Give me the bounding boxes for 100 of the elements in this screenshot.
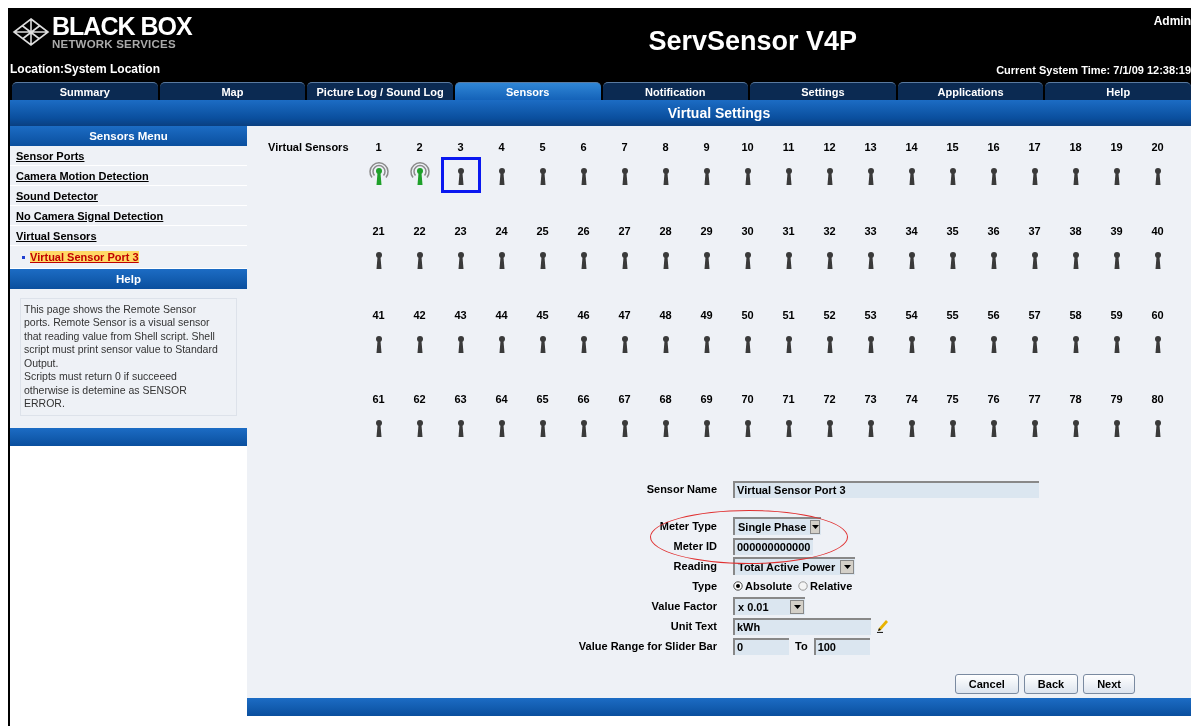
sensor-number: 60 bbox=[1150, 309, 1165, 321]
sensor-number: 77 bbox=[1027, 393, 1042, 405]
text-field[interactable]: 0 bbox=[733, 637, 789, 655]
antenna-icon[interactable] bbox=[366, 162, 391, 188]
nav-tab[interactable]: Help bbox=[1045, 82, 1191, 100]
antenna-icon[interactable] bbox=[407, 162, 432, 188]
sensor-number: 73 bbox=[863, 393, 878, 405]
sensor-number: 11 bbox=[781, 141, 796, 153]
menu-link[interactable]: Sound Detector bbox=[16, 189, 98, 202]
sensor-number: 10 bbox=[740, 141, 755, 153]
sensor-number: 33 bbox=[863, 225, 878, 237]
menu-link[interactable]: Camera Motion Detection bbox=[16, 169, 149, 182]
field-label: Meter ID bbox=[672, 540, 717, 552]
field-label: Unit Text bbox=[669, 620, 717, 632]
sensor-number: 56 bbox=[986, 309, 1001, 321]
system-time: Current System Time: 7/1/09 12:38:19 bbox=[996, 64, 1191, 76]
sensor-number: 7 bbox=[620, 141, 629, 153]
sensor-number: 46 bbox=[576, 309, 591, 321]
form-button[interactable]: Back bbox=[1023, 674, 1079, 694]
dropdown[interactable]: x 0.01 bbox=[733, 597, 805, 615]
page-title: Virtual Settings bbox=[666, 105, 772, 121]
text-field[interactable]: 000000000000 bbox=[733, 537, 813, 555]
sensor-number: 75 bbox=[945, 393, 960, 405]
menu-link[interactable]: Virtual Sensors bbox=[16, 229, 97, 242]
sensor-number: 37 bbox=[1027, 225, 1042, 237]
field-label: Reading bbox=[672, 560, 717, 572]
field-label: Value Factor bbox=[650, 600, 717, 612]
grid-label: Virtual Sensors bbox=[268, 141, 350, 153]
sensor-number: 19 bbox=[1109, 141, 1124, 153]
sensor-icon[interactable] bbox=[440, 157, 481, 193]
text-field[interactable]: 100 bbox=[813, 637, 870, 655]
dropdown[interactable]: Single Phase bbox=[733, 517, 821, 535]
field-label: Value Range for Slider Bar bbox=[577, 640, 717, 652]
text-field[interactable]: Virtual Sensor Port 3 bbox=[733, 480, 1039, 498]
sensor-number: 67 bbox=[617, 393, 632, 405]
sensor-number: 40 bbox=[1150, 225, 1165, 237]
sensor-number: 49 bbox=[699, 309, 714, 321]
menu-link[interactable]: No Camera Signal Detection bbox=[16, 209, 164, 222]
sensor-number: 36 bbox=[986, 225, 1001, 237]
sensor-number: 61 bbox=[371, 393, 386, 405]
sensor-number: 50 bbox=[740, 309, 755, 321]
nav-tab[interactable]: Settings bbox=[750, 82, 896, 100]
sensor-number: 4 bbox=[497, 141, 506, 153]
nav-tab[interactable]: Notification bbox=[602, 82, 749, 100]
sensor-number: 79 bbox=[1109, 393, 1124, 405]
sensor-number: 9 bbox=[702, 141, 711, 153]
menu-link[interactable]: Sensor Ports bbox=[16, 149, 85, 162]
help-text: This page shows the Remote Sensor ports. Remote Sensor is a visual sensor that reading value from Shell script. Shell script must print sensor value to Standard Output. Scripts must return 0 if succeeed otherwise is detemine as SENSOR ERROR. bbox=[20, 298, 237, 416]
sensor-number: 16 bbox=[986, 141, 1001, 153]
sensor-number: 68 bbox=[658, 393, 673, 405]
sensor-number: 44 bbox=[494, 309, 509, 321]
sensor-number: 38 bbox=[1068, 225, 1083, 237]
sensor-number: 64 bbox=[494, 393, 509, 405]
user-name: Admin bbox=[1153, 13, 1191, 28]
sensor-number: 52 bbox=[822, 309, 837, 321]
sensor-number: 25 bbox=[535, 225, 550, 237]
sensor-number: 30 bbox=[740, 225, 755, 237]
sensor-number: 5 bbox=[538, 141, 547, 153]
sensor-number: 72 bbox=[822, 393, 837, 405]
text-field[interactable]: kWh bbox=[733, 617, 871, 635]
sensor-number: 71 bbox=[781, 393, 796, 405]
radio-label[interactable]: Relative bbox=[810, 580, 853, 592]
field-label: Type bbox=[691, 580, 717, 592]
sensor-number: 76 bbox=[986, 393, 1001, 405]
sensor-number: 74 bbox=[904, 393, 919, 405]
sensor-number: 18 bbox=[1068, 141, 1083, 153]
radio-icon[interactable] bbox=[798, 581, 809, 591]
sensor-number: 28 bbox=[658, 225, 673, 237]
sensor-number: 42 bbox=[412, 309, 427, 321]
menu-link[interactable]: Virtual Sensor Port 3 bbox=[30, 251, 139, 263]
sensor-number: 54 bbox=[904, 309, 919, 321]
to-label: To bbox=[795, 640, 808, 652]
nav-tab[interactable]: Map bbox=[159, 82, 306, 100]
nav-tab[interactable]: Summary bbox=[12, 82, 158, 100]
nav-tab[interactable]: Sensors bbox=[454, 82, 601, 100]
sensor-number: 12 bbox=[822, 141, 837, 153]
sensor-number: 17 bbox=[1027, 141, 1042, 153]
logo-tagline: NETWORK SERVICES bbox=[52, 39, 177, 51]
nav-tab[interactable]: Applications bbox=[897, 82, 1044, 100]
form-button[interactable]: Cancel bbox=[954, 674, 1019, 694]
sensor-number: 59 bbox=[1109, 309, 1124, 321]
sensor-number: 47 bbox=[617, 309, 632, 321]
sensor-number: 15 bbox=[945, 141, 960, 153]
form-button[interactable]: Next bbox=[1083, 674, 1135, 694]
sensor-number: 34 bbox=[904, 225, 919, 237]
sensor-number: 78 bbox=[1068, 393, 1083, 405]
pencil-icon[interactable] bbox=[877, 619, 889, 633]
sensor-number: 55 bbox=[945, 309, 960, 321]
help-header: Help bbox=[10, 269, 247, 289]
caret-icon bbox=[810, 520, 820, 534]
radio-icon[interactable] bbox=[733, 581, 743, 591]
radio-label[interactable]: Absolute bbox=[745, 580, 793, 592]
nav-tab[interactable]: Picture Log / Sound Log bbox=[307, 82, 453, 100]
sensor-number: 14 bbox=[904, 141, 919, 153]
sensor-number: 31 bbox=[781, 225, 796, 237]
logo-text: BLACK BOX bbox=[52, 14, 192, 39]
sensor-number: 57 bbox=[1027, 309, 1042, 321]
sensor-number: 8 bbox=[661, 141, 670, 153]
cube-icon bbox=[12, 17, 50, 48]
sensor-number: 70 bbox=[740, 393, 755, 405]
